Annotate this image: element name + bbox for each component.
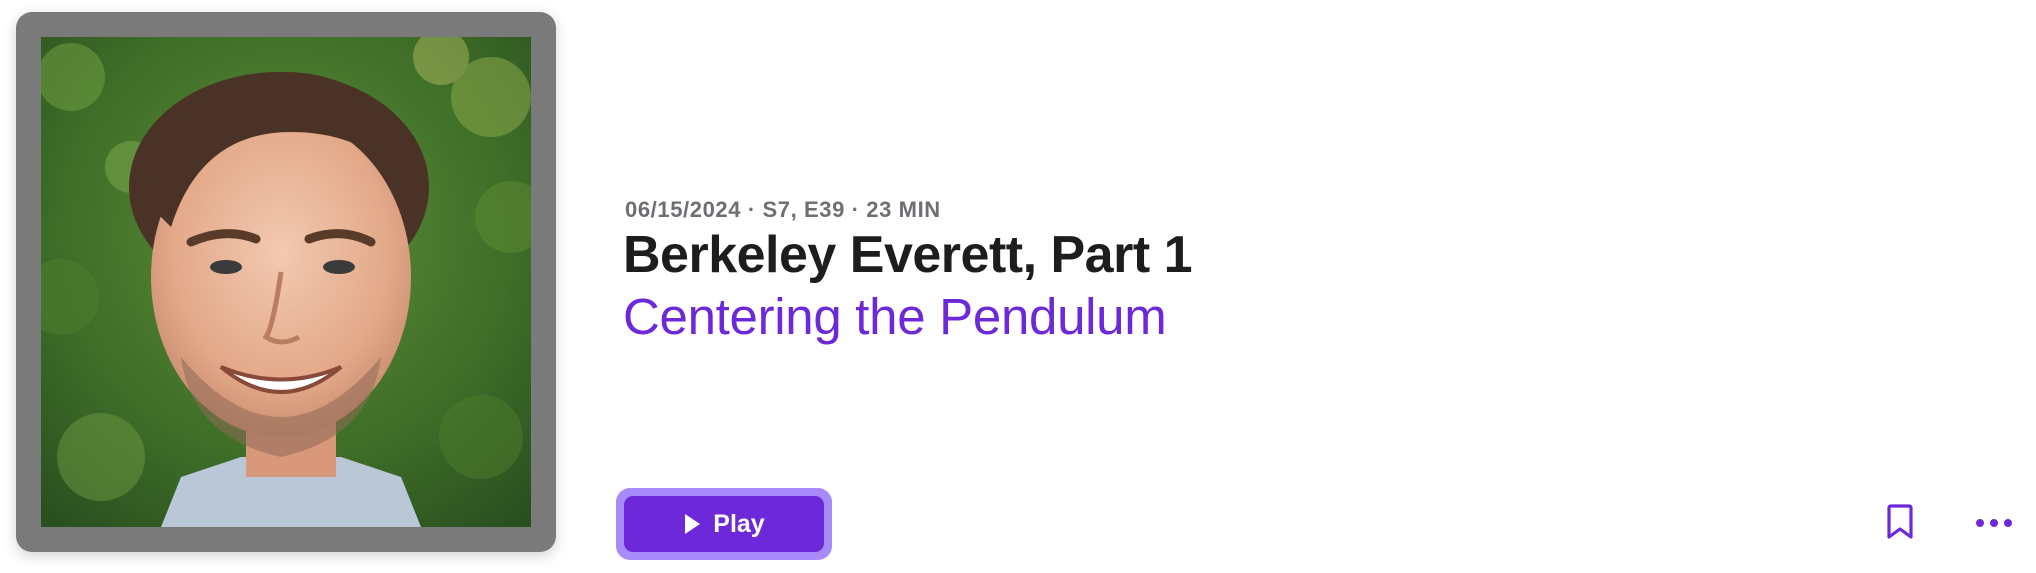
episode-title: Berkeley Everett, Part 1 [623,226,1193,284]
episode-meta: 06/15/2024 · S7, E39 · 23 MIN [625,197,941,222]
more-options-button[interactable] [1972,505,2016,541]
bookmark-icon [1887,504,1913,539]
bookmark-button[interactable] [1880,500,1920,544]
more-icon [1976,519,2012,527]
episode-artwork[interactable] [16,12,556,552]
play-button[interactable]: Play [624,496,824,552]
episode-subtitle[interactable]: Centering the Pendulum [623,287,1167,346]
guest-portrait-image [41,37,531,527]
guest-photo [41,37,531,527]
play-button-focus-ring: Play [616,488,832,560]
episode-header: 06/15/2024 · S7, E39 · 23 MIN Berkeley E… [0,0,2036,573]
play-button-label: Play [713,509,765,538]
play-icon [685,514,701,534]
